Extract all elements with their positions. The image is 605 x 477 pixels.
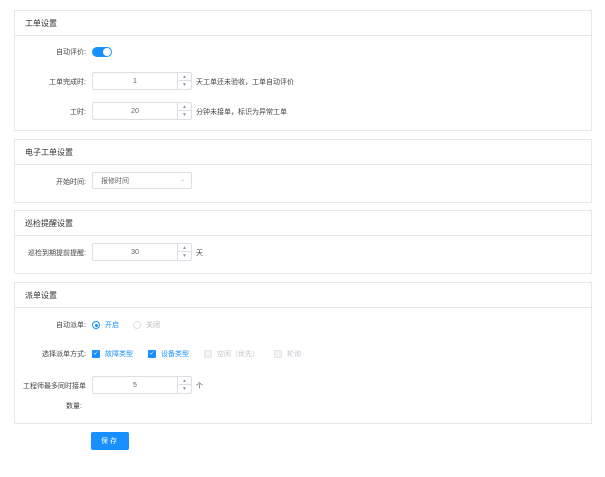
stepper-value: 20 (131, 107, 139, 115)
checkbox-label: 空闲（优先） (217, 351, 259, 358)
timeout-suffix: 分钟未接单，标识为异常工单 (196, 109, 287, 116)
auto-eval-label: 自动评价: (56, 49, 86, 56)
advance-suffix: 天 (196, 250, 203, 257)
stepper-arrows: ▲ ▼ (177, 73, 191, 89)
save-button[interactable]: 保存 (91, 432, 129, 450)
chevron-down-icon[interactable]: ▼ (178, 111, 191, 119)
stepper-arrows: ▲ ▼ (177, 377, 191, 393)
stepper-value: 1 (133, 77, 137, 85)
check-icon: ✓ (148, 350, 156, 358)
checkbox-round-robin[interactable]: 轮询 (274, 349, 301, 359)
checkbox-box (204, 350, 212, 358)
checkbox-box (274, 350, 282, 358)
dispatch-method-label: 选择派单方式: (42, 351, 86, 358)
radio-dot (133, 321, 141, 329)
start-time-select[interactable]: 报修时间 ⌄ (92, 172, 192, 189)
work-order-title: 工单设置 (15, 11, 591, 36)
auto-eval-toggle[interactable] (92, 47, 112, 57)
max-orders-stepper[interactable]: 5 ▲ ▼ (92, 376, 192, 394)
check-icon: ✓ (92, 350, 100, 358)
radio-dot (92, 321, 100, 329)
complete-days-stepper[interactable]: 1 ▲ ▼ (92, 72, 192, 90)
stepper-arrows: ▲ ▼ (177, 244, 191, 260)
stepper-value: 5 (133, 381, 137, 389)
checkbox-label: 轮询 (287, 351, 301, 358)
chevron-down-icon[interactable]: ▼ (178, 385, 191, 393)
complete-suffix: 天工单还未验收，工单自动评价 (196, 79, 294, 86)
e-order-card: 电子工单设置 (14, 139, 592, 203)
radio-label: 关闭 (146, 322, 160, 329)
auto-dispatch-label: 自动派单: (56, 322, 86, 329)
timeout-stepper[interactable]: 20 ▲ ▼ (92, 102, 192, 120)
inspection-title: 巡检提醒设置 (15, 211, 591, 236)
advance-days-stepper[interactable]: 30 ▲ ▼ (92, 243, 192, 261)
chevron-down-icon[interactable]: ▼ (178, 81, 191, 89)
stepper-arrows: ▲ ▼ (177, 103, 191, 119)
checkbox-label: 故障类型 (105, 351, 133, 358)
max-orders-suffix: 个 (196, 383, 203, 390)
inspection-card: 巡检提醒设置 (14, 210, 592, 274)
chevron-down-icon[interactable]: ▼ (178, 252, 191, 260)
radio-dispatch-on[interactable]: 开启 (92, 320, 119, 330)
toggle-knob (103, 48, 111, 56)
dispatch-title: 派单设置 (15, 283, 591, 308)
chevron-up-icon[interactable]: ▲ (178, 377, 191, 385)
chevron-up-icon[interactable]: ▲ (178, 244, 191, 252)
radio-label: 开启 (105, 322, 119, 329)
chevron-down-icon: ⌄ (179, 177, 185, 183)
start-time-label: 开始时间: (56, 179, 86, 186)
checkbox-fault-type[interactable]: ✓ 故障类型 (92, 349, 133, 359)
radio-dispatch-off[interactable]: 关闭 (133, 320, 160, 330)
checkbox-label: 设备类型 (161, 351, 189, 358)
checkbox-device-type[interactable]: ✓ 设备类型 (148, 349, 189, 359)
select-value: 报修时间 (101, 177, 129, 185)
advance-label: 巡检到期提前提醒: (28, 250, 86, 257)
chevron-up-icon[interactable]: ▲ (178, 103, 191, 111)
stepper-value: 30 (131, 248, 139, 256)
complete-label: 工单完成时: (49, 79, 86, 86)
timeout-label: 工时: (70, 109, 86, 116)
checkbox-idle-first[interactable]: 空闲（优先） (204, 349, 259, 359)
max-orders-label-line1: 工程师最多同时接单 (23, 383, 86, 390)
max-orders-label-line2: 数量: (66, 403, 82, 410)
chevron-up-icon[interactable]: ▲ (178, 73, 191, 81)
e-order-title: 电子工单设置 (15, 140, 591, 165)
